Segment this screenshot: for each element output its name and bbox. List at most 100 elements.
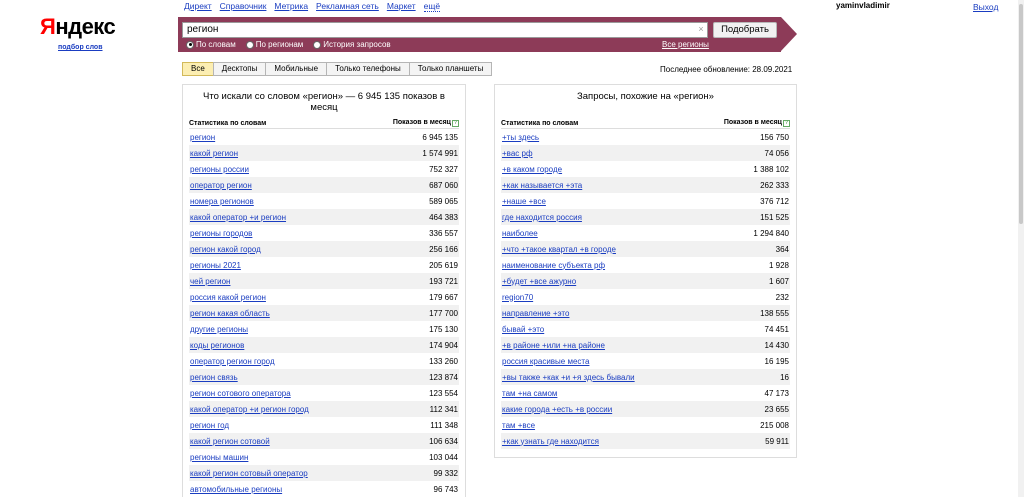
yandex-logo[interactable]: Яндекс [40, 14, 116, 40]
query-link[interactable]: чей регион [190, 277, 230, 286]
left-table-rows: регион 6 945 135 какой регион 1 574 991 реги… [189, 129, 459, 497]
query-link[interactable]: какие города +есть +в россии [502, 405, 612, 414]
nav-help[interactable]: Справочник [220, 1, 267, 12]
query-link[interactable]: наименование субъекта рф [502, 261, 605, 270]
radio-by-regions[interactable]: По регионам [245, 40, 303, 49]
query-link[interactable]: оператор регион город [190, 357, 275, 366]
scrollbar-thumb[interactable] [1019, 4, 1023, 224]
wordstat-link[interactable]: подбор слов [58, 44, 103, 51]
submit-button[interactable]: Подобрать [713, 22, 777, 38]
impressions-count: 74 451 [764, 324, 789, 334]
table-row: регионы машин 103 044 [189, 449, 459, 465]
query-link[interactable]: регион какой город [190, 245, 261, 254]
query-link[interactable]: направление +это [502, 309, 569, 318]
query-link[interactable]: там +все [502, 421, 535, 430]
table-row: номера регионов 589 065 [189, 193, 459, 209]
query-link[interactable]: region70 [502, 293, 533, 302]
tab-desktop[interactable]: Десктопы [212, 62, 267, 76]
query-link[interactable]: регион связь [190, 373, 238, 382]
table-row: +что +такое квартал +в городе 364 [501, 241, 790, 257]
clear-icon[interactable]: × [696, 24, 706, 34]
nav-metrika[interactable]: Метрика [274, 1, 308, 12]
search-input[interactable]: регион [182, 22, 708, 38]
impressions-count: 111 348 [430, 420, 458, 430]
query-link[interactable]: автомобильные регионы [190, 485, 282, 494]
device-tabs: Все Десктопы Мобильные Только телефоны Т… [182, 62, 493, 76]
query-link[interactable]: +ты здесь [502, 133, 539, 142]
query-link[interactable]: какой регион сотовой [190, 437, 270, 446]
query-link[interactable]: +в каком городе [502, 165, 562, 174]
logout-link[interactable]: Выход [973, 2, 998, 12]
nav-more[interactable]: ещё [423, 1, 441, 12]
query-link[interactable]: +наше +все [502, 197, 546, 206]
query-link[interactable]: где находится россия [502, 213, 582, 222]
nav-market[interactable]: Маркет [387, 1, 416, 12]
impressions-count: 74 056 [764, 148, 789, 158]
radio-dot[interactable] [313, 40, 322, 49]
query-link[interactable]: +что +такое квартал +в городе [502, 245, 616, 254]
help-icon[interactable]: ? [783, 120, 790, 127]
nav-direct[interactable]: Директ [184, 1, 212, 12]
help-icon[interactable]: ? [452, 120, 459, 127]
query-link[interactable]: регионы машин [190, 453, 248, 462]
query-link[interactable]: коды регионов [190, 341, 244, 350]
impressions-count: 376 712 [760, 196, 789, 206]
impressions-count: 193 721 [429, 276, 458, 286]
query-link[interactable]: +вас рф [502, 149, 533, 158]
query-link[interactable]: какой оператор +и регион город [190, 405, 309, 414]
query-link[interactable]: +вы также +как +и +я здесь бывали [502, 373, 635, 382]
query-link[interactable]: регион какая область [190, 309, 270, 318]
query-link[interactable]: россия какой регион [190, 293, 266, 302]
radio-dot[interactable] [245, 40, 254, 49]
radio-label: История запросов [323, 40, 391, 49]
user-name[interactable]: yaminvladimir [836, 1, 890, 10]
query-link[interactable]: оператор регион [190, 181, 252, 190]
impressions-count: 205 619 [429, 260, 458, 270]
impressions-count: 138 555 [760, 308, 789, 318]
panel-title: Что искали со словом «регион» — 6 945 13… [203, 91, 445, 113]
table-row: регион какая область 177 700 [189, 305, 459, 321]
query-link[interactable]: +как называется +эта [502, 181, 582, 190]
radio-history[interactable]: История запросов [313, 40, 391, 49]
query-link[interactable]: регионы городов [190, 229, 252, 238]
all-regions-link[interactable]: Все регионы [662, 40, 709, 49]
query-link[interactable]: номера регионов [190, 197, 254, 206]
query-link[interactable]: +в районе +или +на районе [502, 341, 605, 350]
tab-all[interactable]: Все [182, 62, 214, 76]
query-link[interactable]: регионы 2021 [190, 261, 241, 270]
impressions-count: 23 655 [764, 404, 789, 414]
impressions-count: 103 044 [429, 452, 458, 462]
query-link[interactable]: регион сотового оператора [190, 389, 291, 398]
query-link[interactable]: наиболее [502, 229, 538, 238]
impressions-count: 1 928 [768, 260, 789, 270]
query-link[interactable]: какой оператор +и регион [190, 213, 286, 222]
table-row: наиболее 1 294 840 [501, 225, 790, 241]
query-link[interactable]: какой регион сотовый оператор [190, 469, 308, 478]
query-link[interactable]: там +на самом [502, 389, 557, 398]
tab-tablets[interactable]: Только планшеты [408, 62, 493, 76]
table-row: где находится россия 151 525 [501, 209, 790, 225]
logo-rest: ндекс [55, 14, 116, 39]
query-link[interactable]: россия красивые места [502, 357, 589, 366]
query-link[interactable]: регион год [190, 421, 229, 430]
table-row: россия красивые места 16 195 [501, 353, 790, 369]
tab-phones[interactable]: Только телефоны [326, 62, 410, 76]
table-row: там +на самом 47 173 [501, 385, 790, 401]
query-link[interactable]: регион [190, 133, 215, 142]
panel-searched-with-word: Что искали со словом «регион» — 6 945 13… [182, 84, 466, 497]
nav-ad-network[interactable]: Рекламная сеть [316, 1, 379, 12]
table-row: какие города +есть +в россии 23 655 [501, 401, 790, 417]
query-link[interactable]: +будет +все ажурно [502, 277, 576, 286]
query-link[interactable]: какой регион [190, 149, 238, 158]
query-link[interactable]: регионы россии [190, 165, 249, 174]
right-table-rows: +ты здесь 156 750 +вас рф 74 056 +в каком го… [501, 129, 790, 449]
table-row: +как узнать где находится 59 911 [501, 433, 790, 449]
radio-dot[interactable] [186, 40, 194, 49]
table-row: +вы также +как +и +я здесь бывали 16 [501, 369, 790, 385]
page-scrollbar[interactable] [1018, 0, 1024, 497]
query-link[interactable]: бывай +это [502, 325, 544, 334]
query-link[interactable]: другие регионы [190, 325, 248, 334]
query-link[interactable]: +как узнать где находится [502, 437, 599, 446]
tab-mobile[interactable]: Мобильные [265, 62, 328, 76]
radio-by-words[interactable]: По словам [186, 40, 236, 49]
